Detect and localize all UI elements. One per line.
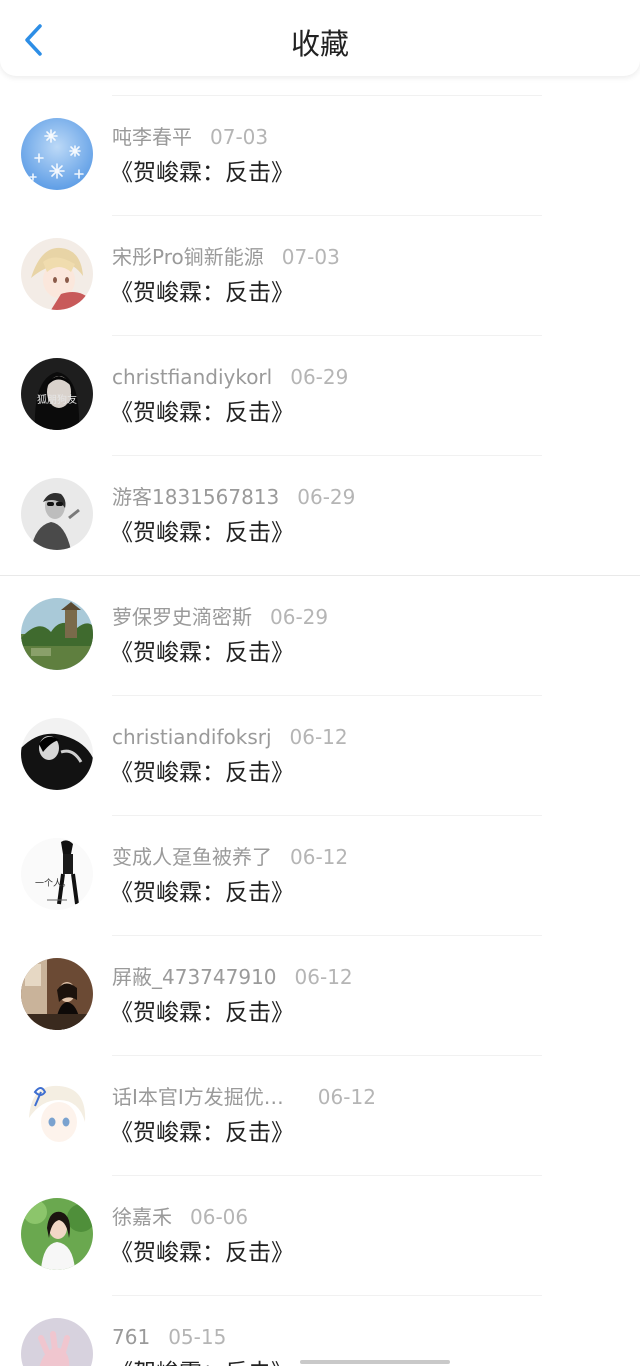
avatar[interactable]: [21, 1318, 93, 1366]
meta-line: 屏蔽_473747910 06-12: [112, 963, 353, 991]
date-label: 06-29: [297, 485, 356, 509]
work-title[interactable]: 《贺峻霖：反击》: [110, 1117, 294, 1149]
avatar[interactable]: 狐朋狗友: [21, 358, 93, 430]
favorite-item[interactable]: 宋彤Pro锏新能源 07-03 《贺峻霖：反击》: [0, 215, 640, 335]
avatar[interactable]: [21, 958, 93, 1030]
meta-line: 变成人趸鱼被养了 06-12: [112, 843, 348, 871]
date-label: 07-03: [210, 125, 269, 149]
date-label: 06-29: [270, 605, 329, 629]
username[interactable]: 吨李春平: [112, 125, 192, 149]
avatar-caption: 狐朋狗友: [37, 393, 77, 406]
favorite-item[interactable]: 吨李春平 07-03 《贺峻霖：反击》: [0, 95, 640, 215]
favorite-item[interactable]: 游客1831567813 06-29 《贺峻霖：反击》: [0, 455, 640, 575]
username[interactable]: 游客1831567813: [112, 485, 279, 509]
meta-line: 徐嘉禾 06-06: [112, 1203, 248, 1231]
favorite-item[interactable]: 萝保罗史滴密斯 06-29 《贺峻霖：反击》: [0, 575, 640, 695]
work-title[interactable]: 《贺峻霖：反击》: [110, 1357, 294, 1366]
favorite-item[interactable]: 761 05-15 《贺峻霖：反击》: [0, 1295, 640, 1366]
work-title[interactable]: 《贺峻霖：反击》: [110, 637, 294, 669]
work-title[interactable]: 《贺峻霖：反击》: [110, 157, 294, 189]
avatar[interactable]: [21, 718, 93, 790]
username[interactable]: 话I本官I方发掘优…: [112, 1085, 284, 1109]
avatar[interactable]: [21, 1198, 93, 1270]
avatar[interactable]: [21, 118, 93, 190]
meta-line: 宋彤Pro锏新能源 07-03: [112, 243, 340, 271]
work-title[interactable]: 《贺峻霖：反击》: [110, 757, 294, 789]
username[interactable]: 屏蔽_473747910: [112, 965, 277, 989]
nav-bar: 收藏: [0, 0, 640, 76]
meta-line: 761 05-15: [112, 1323, 226, 1351]
meta-line: 游客1831567813 06-29: [112, 483, 355, 511]
meta-line: christfiandiykorl 06-29: [112, 363, 348, 391]
favorite-item[interactable]: 狐朋狗友 christfiandiykorl 06-29 《贺峻霖：反击》: [0, 335, 640, 455]
avatar[interactable]: [21, 238, 93, 310]
avatar-caption: 一个人。: [35, 878, 71, 889]
work-title[interactable]: 《贺峻霖：反击》: [110, 997, 294, 1029]
date-label: 06-29: [290, 365, 349, 389]
date-label: 07-03: [281, 245, 340, 269]
username[interactable]: christiandifoksrj: [112, 725, 272, 749]
date-label: 05-15: [168, 1325, 227, 1349]
meta-line: 话I本官I方发掘优… 06-12: [112, 1083, 376, 1111]
meta-line: 萝保罗史滴密斯 06-29: [112, 603, 328, 631]
work-title[interactable]: 《贺峻霖：反击》: [110, 1237, 294, 1269]
favorite-item[interactable]: 一个人。 变成人趸鱼被养了 06-12 《贺峻霖：反击》: [0, 815, 640, 935]
favorite-item[interactable]: 徐嘉禾 06-06 《贺峻霖：反击》: [0, 1175, 640, 1295]
username[interactable]: christfiandiykorl: [112, 365, 272, 389]
username[interactable]: 萝保罗史滴密斯: [112, 605, 252, 629]
favorite-item[interactable]: 屏蔽_473747910 06-12 《贺峻霖：反击》: [0, 935, 640, 1055]
username[interactable]: 761: [112, 1325, 150, 1349]
home-indicator-bar: [300, 1360, 450, 1364]
avatar[interactable]: [21, 598, 93, 670]
favorites-screen: 收藏 吨李春平 07-03 《贺峻霖：反击》 宋彤Pro锏新能源 07-03 《…: [0, 0, 640, 1366]
avatar[interactable]: 一个人。: [21, 838, 93, 910]
work-title[interactable]: 《贺峻霖：反击》: [110, 277, 294, 309]
date-label: 06-12: [294, 965, 353, 989]
favorite-item[interactable]: christiandifoksrj 06-12 《贺峻霖：反击》: [0, 695, 640, 815]
page-title: 收藏: [290, 27, 349, 61]
avatar[interactable]: [21, 1078, 93, 1150]
avatar[interactable]: [21, 478, 93, 550]
username[interactable]: 徐嘉禾: [112, 1205, 172, 1229]
username[interactable]: 变成人趸鱼被养了: [112, 845, 272, 869]
work-title[interactable]: 《贺峻霖：反击》: [110, 877, 294, 909]
favorites-list: 吨李春平 07-03 《贺峻霖：反击》 宋彤Pro锏新能源 07-03 《贺峻霖：: [0, 95, 640, 1366]
date-label: 06-12: [317, 1085, 376, 1109]
work-title[interactable]: 《贺峻霖：反击》: [110, 397, 294, 429]
meta-line: christiandifoksrj 06-12: [112, 723, 348, 751]
username[interactable]: 宋彤Pro锏新能源: [112, 245, 264, 269]
meta-line: 吨李春平 07-03: [112, 123, 268, 151]
favorite-item[interactable]: 话I本官I方发掘优… 06-12 《贺峻霖：反击》: [0, 1055, 640, 1175]
date-label: 06-06: [190, 1205, 249, 1229]
date-label: 06-12: [289, 725, 348, 749]
work-title[interactable]: 《贺峻霖：反击》: [110, 517, 294, 549]
date-label: 06-12: [290, 845, 349, 869]
